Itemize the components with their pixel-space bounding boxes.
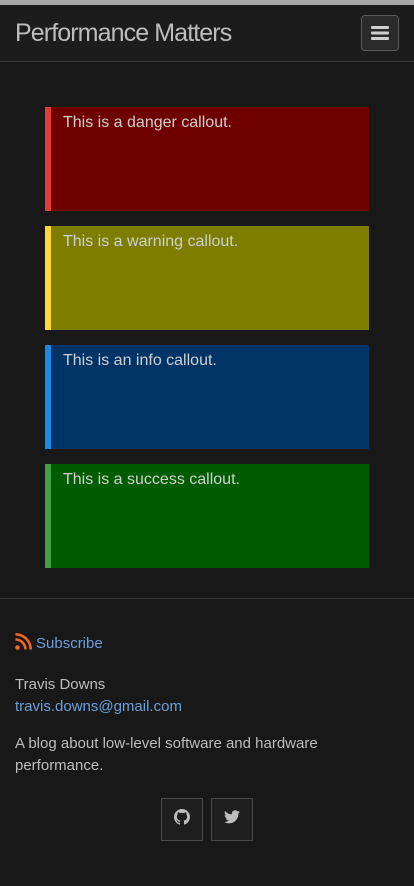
info-callout: This is an info callout. xyxy=(45,345,369,449)
author-name: Travis Downs xyxy=(15,676,106,693)
twitter-icon xyxy=(224,810,240,829)
hamburger-icon xyxy=(371,25,389,41)
social-links xyxy=(15,798,399,841)
site-header: Performance Matters xyxy=(0,5,414,62)
site-footer: Subscribe Travis Downs travis.downs@gmai… xyxy=(0,598,414,841)
menu-button[interactable] xyxy=(361,15,399,51)
site-title[interactable]: Performance Matters xyxy=(15,19,232,48)
success-callout: This is a success callout. xyxy=(45,464,369,568)
site-description: A blog about low-level software and hard… xyxy=(15,735,318,774)
rss-icon[interactable] xyxy=(15,633,32,654)
warning-callout: This is a warning callout. xyxy=(45,226,369,330)
email-link[interactable]: travis.downs@gmail.com xyxy=(15,696,399,718)
github-icon xyxy=(174,809,190,830)
subscribe-row: Subscribe xyxy=(15,633,399,654)
main-content: This is a danger callout. This is a warn… xyxy=(0,62,414,568)
github-button[interactable] xyxy=(161,798,203,841)
twitter-button[interactable] xyxy=(211,798,253,841)
subscribe-link[interactable]: Subscribe xyxy=(36,635,103,652)
danger-callout: This is a danger callout. xyxy=(45,107,369,211)
